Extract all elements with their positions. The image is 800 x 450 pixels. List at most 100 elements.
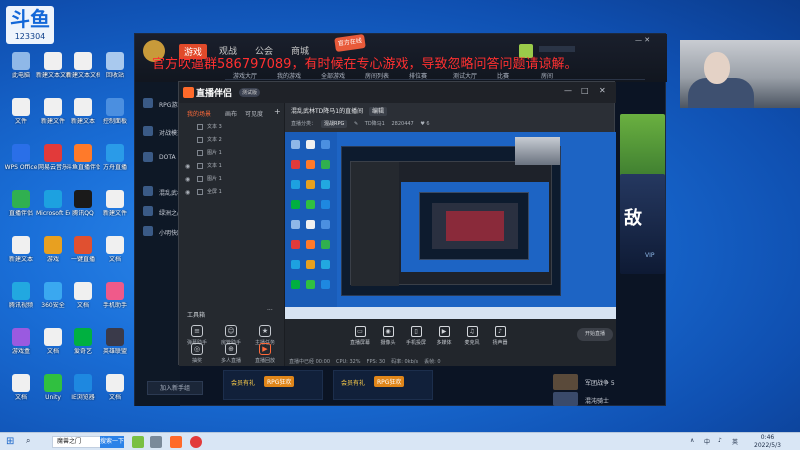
scene-checkbox[interactable] — [197, 124, 203, 130]
sidebar-item[interactable]: DOTA — [159, 154, 176, 161]
desktop-icon-image — [106, 98, 124, 116]
start-live-button[interactable]: 开始直播 — [577, 328, 613, 341]
scene-checkbox[interactable] — [197, 176, 203, 182]
desktop-icon[interactable]: 此电脑 — [4, 52, 38, 79]
taskbar-music-app-icon[interactable] — [190, 436, 202, 448]
item-thumb-1[interactable] — [553, 374, 578, 390]
hero-banner[interactable]: 敌 — [620, 174, 665, 274]
game-client-controls[interactable]: — ✕ — [635, 36, 650, 44]
visibility-eye-icon[interactable]: ◉ — [185, 163, 190, 170]
taskbar-app-icon[interactable] — [132, 436, 144, 448]
desktop-icon[interactable]: 新建文本文档 — [66, 52, 100, 79]
taskbar-app-icon[interactable] — [150, 436, 162, 448]
desktop-icon[interactable]: 文档 — [98, 374, 132, 401]
maximize-button[interactable]: □ — [581, 86, 589, 95]
source-button[interactable]: ▶ 多媒体 — [429, 326, 459, 346]
taskbar-streaming-app-icon[interactable] — [170, 436, 182, 448]
stream-preview[interactable] — [285, 132, 616, 319]
desktop-icon[interactable]: 360安全 — [36, 282, 70, 309]
desktop-icon[interactable]: 一键直播 — [66, 236, 100, 263]
item-thumb-2[interactable] — [553, 392, 578, 406]
tool-tab[interactable]: 我的场景 — [187, 109, 211, 118]
desktop-icon[interactable]: 文档 — [98, 236, 132, 263]
source-button[interactable]: ▭ 直播屏幕 — [345, 326, 375, 346]
scene-name: 图片 1 — [207, 150, 222, 156]
source-button[interactable]: ♪ 扬声器 — [485, 326, 515, 346]
desktop-icon[interactable]: 腾讯视频 — [4, 282, 38, 309]
scene-item[interactable]: 图片 1 — [183, 149, 281, 159]
game-card[interactable]: 会员有礼 RPG狂欢 — [223, 370, 323, 400]
game-card[interactable]: 会员有礼 RPG狂欢 — [333, 370, 433, 400]
toolbox-item[interactable]: ▶ 直播回放 — [251, 343, 279, 364]
game-subnav-item[interactable]: 排位赛 — [409, 71, 427, 80]
edit-room-tag[interactable]: 编辑 — [369, 107, 388, 116]
desktop-icon[interactable]: 文档 — [66, 282, 100, 309]
desktop-icon[interactable]: 英雄联盟 — [98, 328, 132, 355]
desktop-icon[interactable]: 文档 — [36, 328, 70, 355]
category-value[interactable]: 混战RPG — [321, 120, 348, 128]
tray-icon[interactable]: ♪ — [718, 437, 722, 444]
desktop-icon[interactable]: 新建文本文档 — [36, 52, 70, 79]
desktop-icon[interactable]: 腾讯QQ — [66, 190, 100, 217]
scene-item[interactable]: ◉ 全屏 1 — [183, 188, 281, 198]
search-icon[interactable]: ⌕ — [26, 436, 30, 446]
scene-checkbox[interactable] — [197, 150, 203, 156]
preview-nested-window-inner — [432, 203, 518, 249]
desktop-icon[interactable]: 爱奇艺 — [66, 328, 100, 355]
game-subnav-item[interactable]: 游戏大厅 — [233, 71, 257, 80]
scene-item[interactable]: ◉ 文本 1 — [183, 162, 281, 172]
scene-item[interactable]: 文本 2 — [183, 136, 281, 146]
desktop-icon[interactable]: 手机助手 — [98, 282, 132, 309]
desktop-icon[interactable]: 回收站 — [98, 52, 132, 79]
game-subnav-item[interactable]: 我的游戏 — [277, 71, 301, 80]
desktop-icon[interactable]: 新建文本 — [66, 98, 100, 125]
game-subnav-item[interactable]: 全部游戏 — [321, 71, 345, 80]
desktop-icon[interactable]: 直播伴侣 — [4, 190, 38, 217]
desktop-icon[interactable]: 游戏 — [36, 236, 70, 263]
desktop-icon[interactable]: 控制面板 — [98, 98, 132, 125]
scene-checkbox[interactable] — [197, 189, 203, 195]
desktop-icon[interactable]: 文件 — [4, 98, 38, 125]
desktop-icon[interactable]: 游戏盒 — [4, 328, 38, 355]
taskbar-search-button[interactable]: 搜索一下 — [100, 436, 124, 448]
scene-item[interactable]: 文本 3 — [183, 123, 281, 133]
taskbar-clock[interactable]: 0:46 2022/5/3 — [754, 434, 781, 450]
desktop-icon[interactable]: 新建文件 — [98, 190, 132, 217]
edit-icon[interactable]: ✎ — [354, 121, 358, 127]
game-subnav-item[interactable]: 比赛 — [497, 71, 509, 80]
desktop-icon[interactable]: 文档 — [4, 374, 38, 401]
desktop-icon[interactable]: 网易云音乐 — [36, 144, 70, 171]
desktop-icon[interactable]: 新建文件 — [36, 98, 70, 125]
minimize-button[interactable]: — — [564, 86, 572, 95]
add-scene-icon[interactable]: + — [274, 107, 281, 116]
toolbox-more-icon[interactable]: ··· — [267, 307, 273, 314]
scene-item[interactable]: ◉ 图片 1 — [183, 175, 281, 185]
game-subnav-item[interactable]: 房间列表 — [365, 71, 389, 80]
game-subnav-item[interactable]: 房间 — [541, 71, 553, 80]
desktop-icon[interactable]: Unity — [36, 374, 70, 401]
tray-icon[interactable]: 中 — [704, 437, 710, 446]
desktop-icon[interactable]: 方舟直播 — [98, 144, 132, 171]
scene-checkbox[interactable] — [197, 137, 203, 143]
close-button[interactable]: ✕ — [599, 86, 606, 95]
source-button[interactable]: ◉ 摄像头 — [373, 326, 403, 346]
desktop-icon[interactable]: IE浏览器 — [66, 374, 100, 401]
visibility-eye-icon[interactable]: ◉ — [185, 189, 190, 196]
source-button[interactable]: ♫ 麦克风 — [457, 326, 487, 346]
start-button-icon[interactable]: ⊞ — [6, 436, 14, 447]
source-button[interactable]: ▯ 手机投屏 — [401, 326, 431, 346]
desktop-icon[interactable]: 斗鱼直播伴侣 — [66, 144, 100, 171]
game-subnav-item[interactable]: 测试大厅 — [453, 71, 477, 80]
tray-icon[interactable]: 英 — [732, 437, 738, 446]
desktop-icon[interactable]: WPS Office — [4, 144, 38, 171]
visibility-eye-icon[interactable]: ◉ — [185, 176, 190, 183]
add-friend-button[interactable]: 加入新手组 — [147, 381, 203, 395]
tool-tab[interactable]: 可见度 — [245, 109, 263, 118]
toolbox-item[interactable]: ⊕ 多人直播 — [217, 343, 245, 364]
desktop-icon[interactable]: 新建文本 — [4, 236, 38, 263]
toolbox-item[interactable]: ◎ 抽奖 — [183, 343, 211, 364]
scene-checkbox[interactable] — [197, 163, 203, 169]
tool-tab[interactable]: 画布 — [225, 109, 237, 118]
tray-icon[interactable]: ∧ — [690, 437, 694, 444]
desktop-icon[interactable]: Microsoft Edge — [36, 190, 70, 217]
